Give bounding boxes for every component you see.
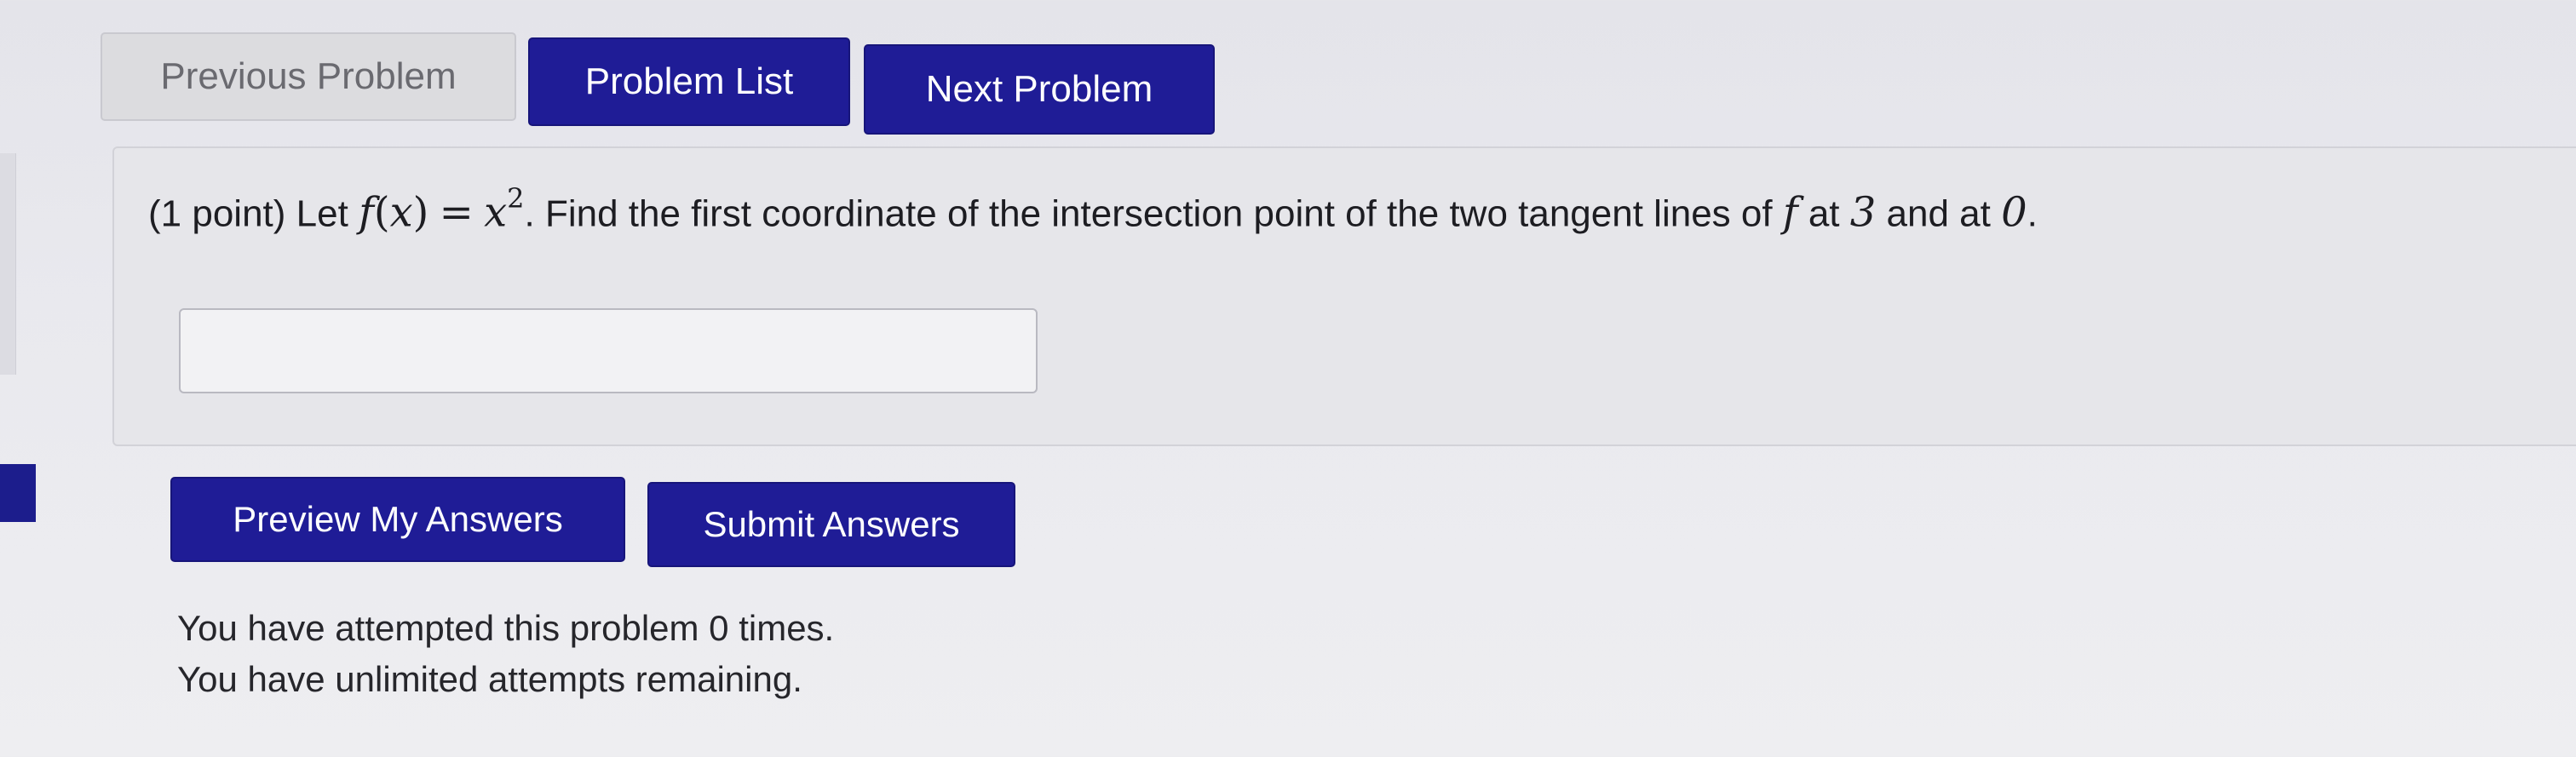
previous-problem-button[interactable]: Previous Problem — [101, 32, 516, 121]
problem-text-at: at — [1808, 192, 1840, 235]
paren-open: ( — [373, 188, 390, 237]
tangent-point-a: 3 — [1849, 188, 1877, 237]
equals-sign: = — [439, 188, 474, 237]
problem-text-and-at: and at — [1886, 192, 1991, 235]
next-problem-button[interactable]: Next Problem — [864, 44, 1215, 135]
preview-answers-button[interactable]: Preview My Answers — [170, 477, 625, 562]
paren-close: ) — [412, 188, 429, 237]
attempts-count-text: You have attempted this problem 0 times. — [177, 608, 835, 648]
problem-panel: (1 point) Let f(x) = x2. Find the first … — [112, 146, 2576, 446]
function-reference: f — [1782, 188, 1798, 237]
attempts-remaining-text: You have unlimited attempts remaining. — [177, 659, 802, 699]
problem-statement: (1 point) Let f(x) = x2. Find the first … — [148, 182, 2038, 237]
left-edge-panel — [0, 153, 16, 375]
problem-period: . — [2027, 192, 2038, 235]
problem-text-find: . Find the first coordinate of the inter… — [524, 192, 1773, 235]
problem-points: (1 point) — [148, 192, 286, 235]
function-argument: x — [389, 188, 413, 237]
expression-variable: x — [484, 188, 508, 237]
submit-answers-button[interactable]: Submit Answers — [647, 482, 1015, 567]
expression-exponent: 2 — [507, 182, 525, 215]
tangent-point-b: 0 — [2001, 188, 2027, 237]
problem-text-let: Let — [296, 192, 348, 235]
problem-navigation: Previous Problem Problem List Next Probl… — [101, 32, 1293, 143]
attempt-status: You have attempted this problem 0 times.… — [177, 603, 834, 705]
answer-input[interactable] — [179, 308, 1038, 393]
left-edge-marker — [0, 464, 36, 522]
problem-list-button[interactable]: Problem List — [528, 37, 850, 126]
function-name: f — [359, 188, 374, 237]
